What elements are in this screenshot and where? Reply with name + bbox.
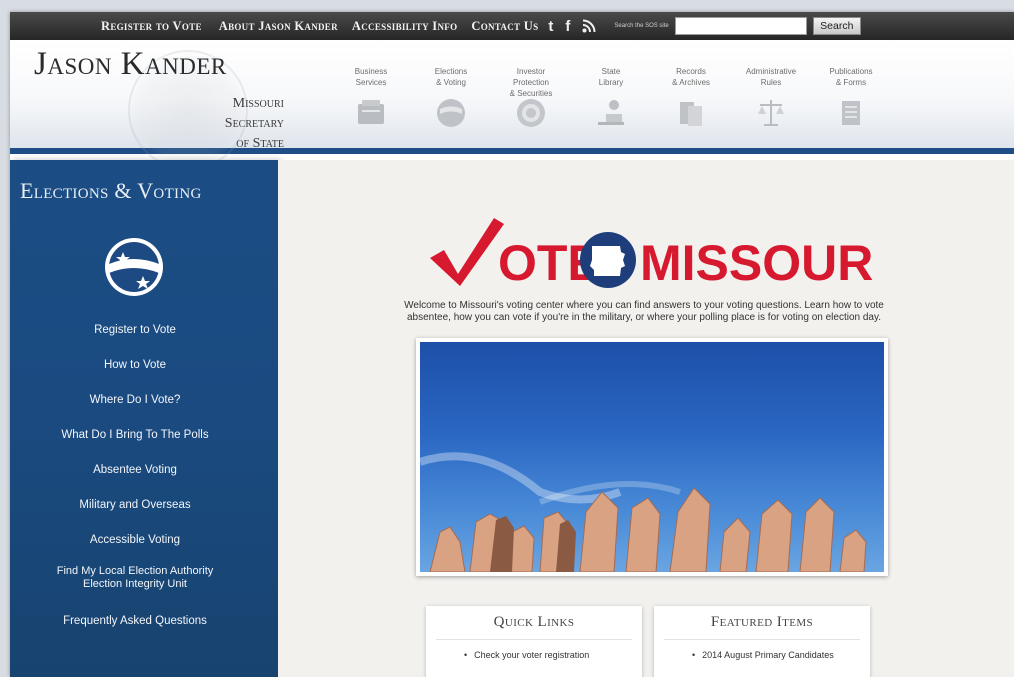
nav-investor-protection[interactable]: Investor Protection & Securities: [500, 66, 562, 130]
top-link-accessibility-info[interactable]: Accessibility Info: [352, 19, 457, 34]
search-button[interactable]: Search: [812, 17, 861, 35]
nav-label: Records & Archives: [672, 67, 710, 87]
sidebar-item-military-overseas[interactable]: Military and Overseas: [10, 495, 260, 530]
sidebar-item-faq[interactable]: Frequently Asked Questions: [10, 611, 260, 646]
sidebar-item-what-to-bring[interactable]: What Do I Bring To The Polls: [10, 425, 260, 460]
nav-records-archives[interactable]: Records & Archives: [660, 66, 722, 130]
sidebar-item-label: Find My Local Election Authority: [56, 565, 214, 577]
top-link-contact-us[interactable]: Contact Us: [471, 19, 538, 34]
nav-elections-voting[interactable]: Elections & Voting: [420, 66, 482, 130]
main-content: OTE MISSOURI Welcome to Missouri's votin…: [278, 160, 1014, 677]
subtitle-line: Missouri: [232, 96, 284, 111]
top-link-register-to-vote[interactable]: Register to Vote: [101, 19, 202, 34]
site-header: Jason Kander Missouri Secretary of State…: [10, 40, 1014, 170]
sidebar-menu: Register to Vote How to Vote Where Do I …: [10, 320, 260, 646]
sidebar-item-absentee-voting[interactable]: Absentee Voting: [10, 460, 260, 495]
facebook-icon[interactable]: f: [565, 18, 570, 35]
browser-viewport: Register to Vote About Jason Kander Acce…: [10, 12, 1014, 677]
top-utility-bar: Register to Vote About Jason Kander Acce…: [10, 12, 1014, 40]
forms-icon: [834, 96, 868, 130]
section-sidebar: Elections & Voting Register to Vote How …: [10, 160, 278, 677]
sidebar-item-where-do-i-vote[interactable]: Where Do I Vote?: [10, 390, 260, 425]
missouri-state-shape: [590, 246, 625, 276]
featured-item[interactable]: 2014 August Primary Candidates: [692, 650, 870, 660]
subtitle-line: of State: [236, 136, 284, 151]
featured-items-panel: Featured Items 2014 August Primary Candi…: [654, 606, 870, 677]
nav-administrative-rules[interactable]: Administrative Rules: [740, 66, 802, 130]
main-navigation: Business Services Elections & Voting Inves…: [340, 66, 900, 130]
sidebar-item-accessible-voting[interactable]: Accessible Voting: [10, 530, 260, 565]
vote-badge-icon: [103, 236, 165, 298]
intro-text: Welcome to Missouri's voting center wher…: [404, 300, 884, 323]
sidebar-item-label: Election Integrity Unit: [83, 578, 187, 590]
quick-links-title: Quick Links: [493, 614, 575, 630]
nav-publications-forms[interactable]: Publications & Forms: [820, 66, 882, 130]
social-links: t f: [548, 18, 596, 35]
elections-globe-icon: [434, 96, 468, 130]
library-reader-icon: [594, 96, 628, 130]
business-services-icon: [354, 96, 388, 130]
sidebar-item-local-election-authority[interactable]: Find My Local Election Authority Electio…: [10, 565, 260, 611]
scales-icon: [754, 96, 788, 130]
hero-raised-hands-image: [416, 338, 888, 576]
nav-business-services[interactable]: Business Services: [340, 66, 402, 130]
quick-links-panel: Quick Links Check your voter registratio…: [426, 606, 642, 677]
logo-text-missouri: MISSOURI: [640, 235, 874, 289]
search-label: Search the SOS site: [614, 23, 669, 29]
nav-label: Investor Protection & Securities: [509, 67, 553, 98]
site-subtitle: Missouri Secretary of State: [225, 94, 284, 154]
nav-state-library[interactable]: State Library: [580, 66, 642, 130]
nav-label: State Library: [598, 67, 624, 87]
vote-missouri-logo: OTE MISSOURI: [424, 214, 887, 291]
featured-items-title: Featured Items: [710, 614, 814, 630]
nav-label: Elections & Voting: [434, 67, 468, 87]
investor-seal-icon: [514, 96, 548, 130]
nav-label: Business Services: [354, 67, 388, 87]
quick-link-item[interactable]: Check your voter registration: [464, 650, 642, 660]
rss-icon[interactable]: [582, 19, 596, 33]
divider: [664, 639, 860, 640]
subtitle-line: Secretary: [224, 116, 284, 131]
site-search-input[interactable]: [674, 17, 807, 35]
sidebar-title: Elections & Voting: [20, 178, 202, 203]
divider: [436, 639, 632, 640]
twitter-icon[interactable]: t: [548, 18, 553, 35]
site-title[interactable]: Jason Kander: [34, 46, 227, 83]
top-link-about-jason-kander[interactable]: About Jason Kander: [219, 19, 338, 34]
records-archives-icon: [674, 96, 708, 130]
sidebar-item-register-to-vote[interactable]: Register to Vote: [10, 320, 260, 355]
sidebar-item-how-to-vote[interactable]: How to Vote: [10, 355, 260, 390]
nav-label: Administrative Rules: [745, 67, 797, 87]
nav-label: Publications & Forms: [829, 67, 873, 87]
